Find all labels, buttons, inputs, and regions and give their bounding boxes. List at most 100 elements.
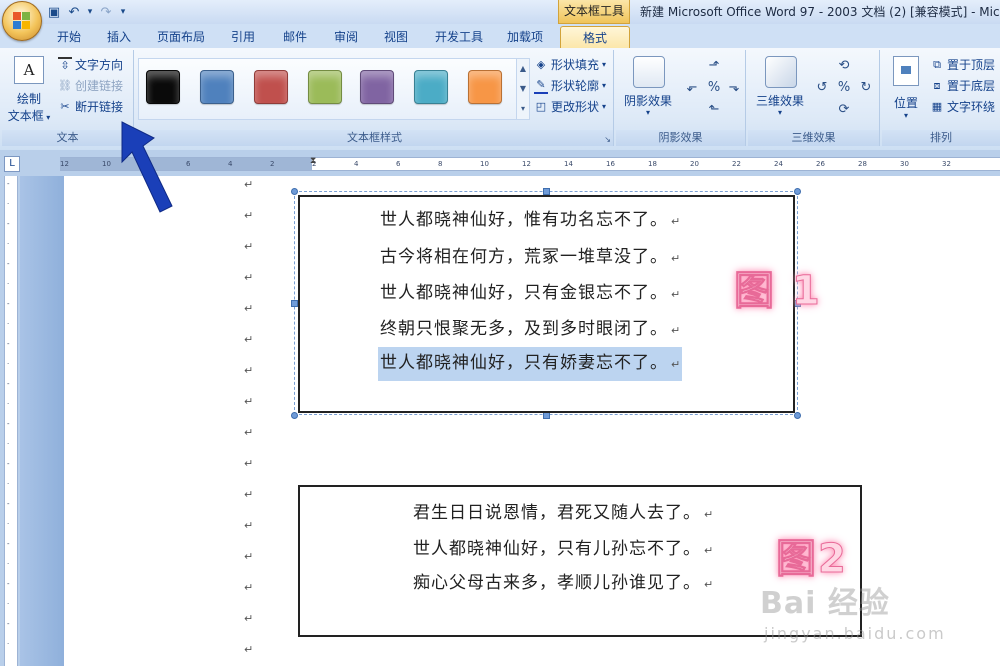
textbox2-line-2[interactable]: 世人都晓神仙好，只有儿孙忘不了。 ↵ (413, 538, 713, 562)
resize-handle-left[interactable] (291, 300, 298, 307)
tab-references[interactable]: 引用 (224, 26, 262, 48)
tab-developer[interactable]: 开发工具 (428, 26, 490, 48)
dialog-launcher-icon[interactable]: ↘ (604, 135, 611, 144)
tilt-right-icon[interactable]: ↻ (858, 80, 874, 96)
tilt-down-icon[interactable]: ⟳ (836, 102, 852, 118)
nudge-shadow-up-icon[interactable]: ⬏ (706, 58, 722, 74)
vruler-tick: · (7, 520, 10, 528)
style-swatch-red[interactable] (254, 70, 288, 104)
bring-to-front-button[interactable]: ⧉ 置于顶层 (930, 56, 995, 74)
ruler-tick-label: 2 (270, 160, 275, 168)
position-icon (893, 56, 919, 86)
tab-view[interactable]: 视图 (377, 26, 415, 48)
vruler-tick: · (7, 240, 10, 248)
tab-home[interactable]: 开始 (50, 26, 88, 48)
resize-handle-bottom[interactable] (543, 412, 550, 419)
resize-handle-bl[interactable] (291, 412, 298, 419)
paragraph-mark: ↵ (244, 240, 254, 253)
draw-textbox-button[interactable]: A 绘制 文本框 ▾ (6, 56, 52, 126)
paragraph-mark: ↵ (244, 457, 254, 470)
text-direction-button[interactable]: ⇳ 文字方向 (58, 56, 123, 74)
tab-insert[interactable]: 插入 (100, 26, 138, 48)
text-wrap-button[interactable]: ▦ 文字环绕 (930, 98, 995, 116)
vruler-tick: - (7, 620, 10, 628)
vruler-tick: - (7, 540, 10, 548)
position-button[interactable]: 位置 ▾ (886, 56, 926, 126)
paragraph-mark: ↵ (244, 209, 254, 222)
document-background (20, 176, 64, 666)
textbox1-line-3[interactable]: 世人都晓神仙好，只有金银忘不了。 ↵ (380, 282, 680, 306)
gallery-down-icon[interactable]: ▼ (517, 79, 529, 99)
style-swatch-black[interactable] (146, 70, 180, 104)
tilt-left-icon[interactable]: ↺ (814, 80, 830, 96)
vertical-ruler[interactable]: - · - · - · - · - · - · - · - · - · - · - · - · (4, 176, 18, 666)
tab-selector-icon[interactable]: L (4, 156, 20, 172)
gallery-more-icon[interactable]: ▾ (517, 99, 529, 119)
change-shape-button[interactable]: ◰ 更改形状 ▾ (534, 98, 606, 116)
redo-icon[interactable]: ↷ (98, 4, 114, 20)
watermark-url: jingyan.baidu.com (764, 624, 946, 643)
tab-page-layout[interactable]: 页面布局 (150, 26, 212, 48)
bring-to-front-label: 置于顶层 (947, 58, 996, 72)
nudge-shadow-left-icon[interactable]: ⬐ (684, 80, 700, 96)
qat-customize-icon[interactable]: ▾ (118, 4, 128, 20)
shape-fill-button[interactable]: ◈ 形状填充 ▾ (534, 56, 606, 74)
style-swatch-aqua[interactable] (414, 70, 448, 104)
create-link-button[interactable]: ⛓ 创建链接 (58, 77, 123, 95)
shape-outline-button[interactable]: ✎ 形状轮廓 ▾ (534, 77, 606, 95)
shape-outline-label: 形状轮廓 (551, 79, 600, 93)
vruler-tick: - (7, 420, 10, 428)
qat-undo-dropdown[interactable]: ▾ (86, 4, 94, 20)
3d-effects-button[interactable]: 三维效果 ▾ (752, 56, 808, 126)
tilt-up-icon[interactable]: ⟲ (836, 58, 852, 74)
vruler-tick: - (7, 460, 10, 468)
office-button[interactable] (2, 1, 42, 41)
textbox1-line-1[interactable]: 世人都晓神仙好，惟有功名忘不了。 ↵ (380, 209, 680, 233)
undo-icon[interactable]: ↶ (66, 4, 82, 20)
tab-format[interactable]: 格式 (560, 26, 630, 49)
3d-toggle-icon[interactable]: % (836, 80, 852, 96)
indent-marker-icon[interactable]: ⧗ (310, 156, 318, 172)
send-back-icon: ⧈ (933, 79, 941, 92)
resize-handle-br[interactable] (794, 412, 801, 419)
style-swatch-purple[interactable] (360, 70, 394, 104)
ruler-tick-label: 28 (858, 160, 867, 168)
paragraph-mark: ↵ (244, 519, 254, 532)
3d-effects-group-label: 三维效果 (748, 130, 879, 146)
arrange-group: 位置 ▾ ⧉ 置于顶层 ⧈ 置于底层 ▦ 文字环绕 排列 (882, 50, 1000, 146)
horizontal-ruler[interactable]: 121086422468101214161820222426283032 ⧗ (60, 156, 1000, 172)
style-swatch-orange[interactable] (468, 70, 502, 104)
ruler-tick-label: 26 (816, 160, 825, 168)
textbox1-line-4[interactable]: 终朝只恨聚无多，及到多时眼闭了。 ↵ (380, 318, 680, 342)
send-to-back-button[interactable]: ⧈ 置于底层 (930, 77, 996, 95)
nudge-shadow-right-icon[interactable]: ⬎ (726, 80, 742, 96)
style-swatch-blue[interactable] (200, 70, 234, 104)
3d-cube-icon (765, 56, 797, 88)
save-icon[interactable]: ▣ (46, 4, 62, 20)
figure-label-1: 图 1 (734, 268, 822, 315)
textbox-icon: A (14, 56, 44, 84)
shadow-effects-button[interactable]: 阴影效果 ▾ (620, 56, 676, 126)
paragraph-mark: ↵ (244, 426, 254, 439)
ruler-tick-label: 32 (942, 160, 951, 168)
textbox1-line-2[interactable]: 古今将相在何方，荒冢一堆草没了。 ↵ (380, 246, 680, 270)
ruler-tick-label: 24 (774, 160, 783, 168)
textbox2-line-1[interactable]: 君生日日说恩情，君死又随人去了。 ↵ (413, 502, 713, 526)
gallery-up-icon[interactable]: ▲ (517, 59, 529, 79)
paragraph-mark: ↵ (244, 395, 254, 408)
ruler-tick-label: 10 (480, 160, 489, 168)
text-wrap-label: 文字环绕 (947, 100, 996, 114)
resize-handle-tr[interactable] (794, 188, 801, 195)
textbox2-line-3[interactable]: 痴心父母古来多，孝顺儿孙谁见了。 ↵ (413, 572, 713, 596)
resize-handle-tl[interactable] (291, 188, 298, 195)
tab-addins[interactable]: 加载项 (500, 26, 550, 48)
nudge-shadow-down-icon[interactable]: ⬑ (706, 102, 722, 118)
tab-mailings[interactable]: 邮件 (276, 26, 314, 48)
resize-handle-top[interactable] (543, 188, 550, 195)
style-swatch-green[interactable] (308, 70, 342, 104)
broken-link-icon: ✂ (60, 100, 70, 113)
gallery-scroll[interactable]: ▲ ▼ ▾ (516, 58, 530, 120)
tab-review[interactable]: 审阅 (327, 26, 365, 48)
shadow-toggle-icon[interactable]: % (706, 80, 722, 96)
textbox1-line-5-selected[interactable]: 世人都晓神仙好，只有娇妻忘不了。 ↵ (378, 347, 683, 381)
